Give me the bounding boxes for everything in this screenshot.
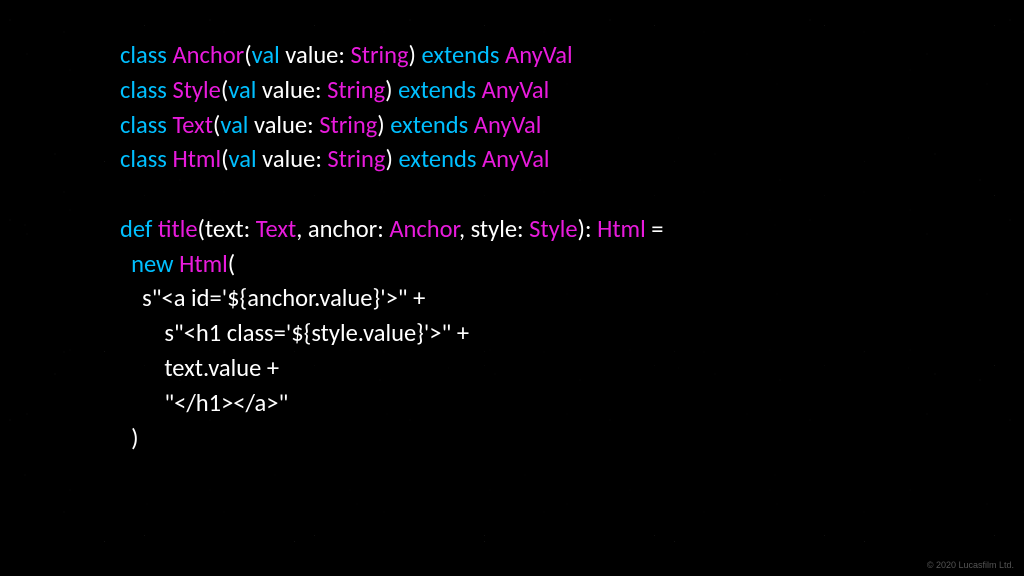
indent (120, 318, 164, 348)
colon: : (244, 214, 256, 244)
keyword-extends: extends (398, 75, 476, 105)
type-html: Html (172, 144, 221, 174)
type-string: String (319, 110, 377, 140)
code-line: class Text(val value: String) extends An… (120, 110, 541, 140)
comma: , (459, 214, 471, 244)
rparen: ) (385, 75, 392, 105)
ident-value: value (262, 144, 315, 174)
code-block: class Anchor(val value: String) extends … (120, 30, 910, 530)
keyword-extends: extends (422, 40, 500, 70)
type-string: String (327, 144, 385, 174)
lparen: ( (221, 144, 228, 174)
keyword-extends: extends (398, 144, 476, 174)
colon: : (585, 214, 597, 244)
ident-value: value (254, 110, 307, 140)
indent (120, 353, 164, 383)
plus: + (261, 353, 279, 383)
type-html: Html (597, 214, 646, 244)
keyword-extends: extends (390, 110, 468, 140)
indent (120, 249, 131, 279)
equals: = (646, 214, 664, 244)
string-literal: "</h1></a>" (164, 388, 288, 418)
rparen: ) (377, 110, 384, 140)
type-string: String (351, 40, 409, 70)
keyword-val: val (229, 144, 257, 174)
ident-value: value (262, 75, 315, 105)
string-literal: s"<h1 class='${style.value}'>" (164, 318, 451, 348)
string-literal: s"<a id='${anchor.value}'>" (142, 283, 407, 313)
comma: , (296, 214, 308, 244)
copyright-footer: © 2020 Lucasfilm Ltd. (927, 560, 1014, 570)
type-string: String (327, 75, 385, 105)
indent (120, 283, 142, 313)
param-style: style (471, 214, 517, 244)
code-line: ) (120, 423, 139, 453)
type-anchor: Anchor (389, 214, 459, 244)
type-anyval: AnyVal (482, 144, 550, 174)
type-anchor: Anchor (172, 40, 244, 70)
lparen: ( (198, 214, 205, 244)
type-html: Html (179, 249, 228, 279)
keyword-val: val (220, 110, 248, 140)
keyword-val: val (252, 40, 280, 70)
type-anyval: AnyVal (474, 110, 542, 140)
code-line: "</h1></a>" (120, 388, 288, 418)
rparen: ) (578, 214, 585, 244)
rparen: ) (131, 423, 138, 453)
type-style: Style (172, 75, 220, 105)
colon: : (517, 214, 529, 244)
colon: : (377, 214, 389, 244)
code-line: s"<h1 class='${style.value}'>" + (120, 318, 469, 348)
code-line: class Anchor(val value: String) extends … (120, 40, 573, 70)
param-text: text (205, 214, 244, 244)
expr: text.value (164, 353, 261, 383)
lparen: ( (228, 249, 235, 279)
keyword-class: class (120, 75, 167, 105)
code-line: class Html(val value: String) extends An… (120, 144, 550, 174)
type-anyval: AnyVal (505, 40, 573, 70)
indent (120, 423, 131, 453)
method-title: title (158, 214, 198, 244)
keyword-val: val (228, 75, 256, 105)
type-anyval: AnyVal (482, 75, 550, 105)
code-line: new Html( (120, 249, 235, 279)
code-line: text.value + (120, 353, 279, 383)
keyword-class: class (120, 40, 167, 70)
keyword-def: def (120, 214, 152, 244)
indent (120, 388, 164, 418)
plus: + (408, 283, 426, 313)
rparen: ) (409, 40, 416, 70)
colon: : (338, 40, 350, 70)
ident-value: value (285, 40, 338, 70)
type-text: Text (256, 214, 296, 244)
code-line: class Style(val value: String) extends A… (120, 75, 549, 105)
type-text: Text (172, 110, 212, 140)
colon: : (315, 75, 327, 105)
colon: : (307, 110, 319, 140)
code-line: def title(text: Text, anchor: Anchor, st… (120, 214, 663, 244)
param-anchor: anchor (308, 214, 377, 244)
keyword-new: new (131, 249, 173, 279)
keyword-class: class (120, 110, 167, 140)
keyword-class: class (120, 144, 167, 174)
colon: : (315, 144, 327, 174)
code-line: s"<a id='${anchor.value}'>" + (120, 283, 425, 313)
rparen: ) (385, 144, 392, 174)
plus: + (451, 318, 469, 348)
lparen: ( (244, 40, 251, 70)
type-style: Style (529, 214, 577, 244)
